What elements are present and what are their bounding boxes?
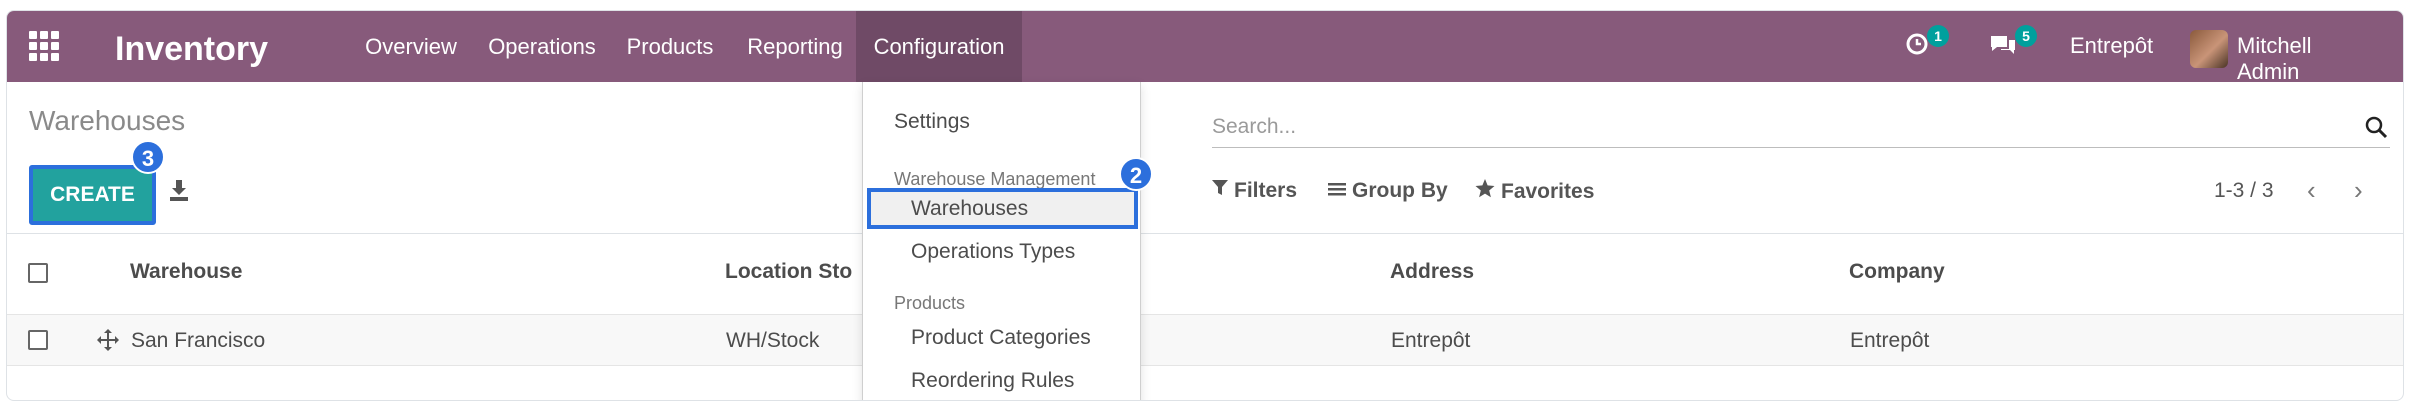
activity-button[interactable] — [1905, 32, 1929, 62]
apps-menu-icon[interactable] — [29, 31, 59, 61]
search-icon[interactable] — [2364, 115, 2388, 139]
menu-operations[interactable]: Operations — [477, 11, 607, 82]
messages-button[interactable] — [1989, 33, 2017, 63]
column-company[interactable]: Company — [1849, 260, 1945, 284]
column-warehouse[interactable]: Warehouse — [130, 260, 242, 284]
app-frame: Inventory Overview Operations Products R… — [6, 10, 2404, 401]
cell-company: Entrepôt — [1850, 329, 1930, 352]
dropdown-reordering-rules[interactable]: Reordering Rules — [863, 369, 1140, 393]
search-input[interactable] — [1212, 111, 2312, 143]
list-icon — [1328, 183, 1346, 196]
cell-warehouse: San Francisco — [131, 329, 266, 352]
group-by-label: Group By — [1352, 179, 1448, 202]
clock-icon — [1906, 33, 1928, 55]
drag-handle-icon[interactable] — [96, 328, 120, 352]
filters-label: Filters — [1234, 179, 1298, 202]
download-icon[interactable] — [167, 177, 191, 203]
chat-icon — [1991, 36, 2015, 54]
dropdown-operations-types[interactable]: Operations Types — [863, 240, 1140, 264]
section-warehouse-management: Warehouse Management — [894, 169, 1096, 189]
user-menu[interactable]: Mitchell Admin — [2237, 33, 2312, 85]
activity-count-badge: 1 — [1927, 25, 1949, 47]
pager-value[interactable]: 1-3 / 3 — [2214, 179, 2274, 203]
group-by-button[interactable]: Group By — [1328, 179, 1448, 203]
column-location-stock[interactable]: Location Sto — [725, 260, 852, 284]
cell-address: Entrepôt — [1391, 329, 1471, 352]
dropdown-product-categories[interactable]: Product Categories — [863, 326, 1140, 350]
company-switcher[interactable]: Entrepôt — [2070, 33, 2153, 59]
pager-next-icon[interactable]: › — [2354, 177, 2363, 203]
row-checkbox[interactable] — [28, 330, 48, 350]
page-title: Warehouses — [29, 105, 186, 136]
user-avatar[interactable] — [2190, 30, 2228, 68]
filters-button[interactable]: Filters — [1212, 179, 1297, 203]
menu-configuration[interactable]: Configuration — [856, 11, 1022, 82]
column-address[interactable]: Address — [1390, 260, 1474, 284]
top-navbar: Inventory Overview Operations Products R… — [7, 11, 2403, 85]
table-header: Warehouse Location Sto Address Company — [7, 234, 2403, 314]
cell-location: WH/Stock — [726, 329, 820, 352]
app-brand[interactable]: Inventory — [115, 30, 268, 69]
menu-products[interactable]: Products — [615, 11, 725, 82]
favorites-label: Favorites — [1501, 180, 1595, 203]
step-2-marker: 2 — [1119, 157, 1153, 191]
star-icon — [1475, 179, 1495, 198]
funnel-icon — [1212, 180, 1228, 195]
search-underline — [1212, 147, 2390, 148]
messages-count-badge: 5 — [2015, 25, 2037, 47]
menu-reporting[interactable]: Reporting — [734, 11, 856, 82]
select-all-checkbox[interactable] — [28, 263, 48, 283]
favorites-button[interactable]: Favorites — [1475, 179, 1594, 204]
table-row[interactable]: San Francisco WH/Stock Entrepôt Entrepôt — [7, 314, 2403, 366]
pager-previous-icon[interactable]: ‹ — [2307, 177, 2316, 203]
create-button[interactable]: CREATE — [29, 165, 156, 225]
dropdown-settings[interactable]: Settings — [863, 110, 1140, 134]
menu-overview[interactable]: Overview — [355, 11, 467, 82]
dropdown-warehouses[interactable]: Warehouses — [863, 197, 1140, 221]
configuration-dropdown: Settings Warehouse Management Warehouses… — [862, 82, 1141, 400]
section-products: Products — [894, 293, 966, 313]
step-3-marker: 3 — [131, 140, 165, 174]
